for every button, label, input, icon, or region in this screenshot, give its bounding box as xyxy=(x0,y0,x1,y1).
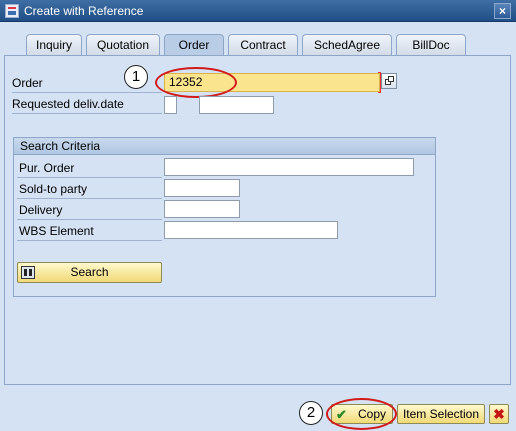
wbs-element-label: WBS Element xyxy=(19,224,94,238)
app-icon xyxy=(5,4,19,18)
title-bar: Create with Reference × xyxy=(0,0,516,22)
requested-deliv-date-period-input[interactable] xyxy=(164,96,177,114)
binoculars-icon xyxy=(21,266,35,279)
window-close-button[interactable]: × xyxy=(494,3,511,19)
close-icon: ✖ xyxy=(493,406,505,422)
delivery-underline xyxy=(17,219,162,220)
sold-to-party-input[interactable] xyxy=(164,179,240,197)
callout-2-highlight xyxy=(326,398,397,430)
sold-to-party-label: Sold-to party xyxy=(19,182,88,196)
wbs-element-underline xyxy=(17,240,162,241)
sold-to-party-underline xyxy=(17,198,162,199)
requested-deliv-date-underline xyxy=(12,113,162,114)
callout-1-number: 1 xyxy=(124,65,148,89)
tab-order[interactable]: Order xyxy=(164,34,224,56)
copy-value-icon[interactable] xyxy=(381,73,397,89)
tab-quotation[interactable]: Quotation xyxy=(86,34,160,55)
window-title: Create with Reference xyxy=(24,4,144,18)
search-button[interactable]: Search xyxy=(17,262,162,283)
order-label: Order xyxy=(12,76,43,90)
delivery-label: Delivery xyxy=(19,203,63,217)
tab-inquiry[interactable]: Inquiry xyxy=(26,34,82,55)
cancel-button[interactable]: ✖ xyxy=(489,404,509,424)
callout-1-highlight xyxy=(155,67,237,98)
search-button-label: Search xyxy=(70,265,109,279)
tab-billdoc[interactable]: BillDoc xyxy=(396,34,466,55)
tab-contract[interactable]: Contract xyxy=(228,34,298,55)
requested-deliv-date-input[interactable] xyxy=(199,96,274,114)
item-selection-button[interactable]: Item Selection xyxy=(397,404,485,424)
pur-order-label: Pur. Order xyxy=(19,161,75,175)
tab-schedagree[interactable]: SchedAgree xyxy=(302,34,392,55)
callout-2-number: 2 xyxy=(299,401,323,425)
pur-order-underline xyxy=(17,177,162,178)
requested-deliv-date-label: Requested deliv.date xyxy=(12,97,124,111)
wbs-element-input[interactable] xyxy=(164,221,338,239)
order-underline xyxy=(12,92,162,93)
pur-order-input[interactable] xyxy=(164,158,414,176)
delivery-input[interactable] xyxy=(164,200,240,218)
search-criteria-header: Search Criteria xyxy=(13,137,436,155)
